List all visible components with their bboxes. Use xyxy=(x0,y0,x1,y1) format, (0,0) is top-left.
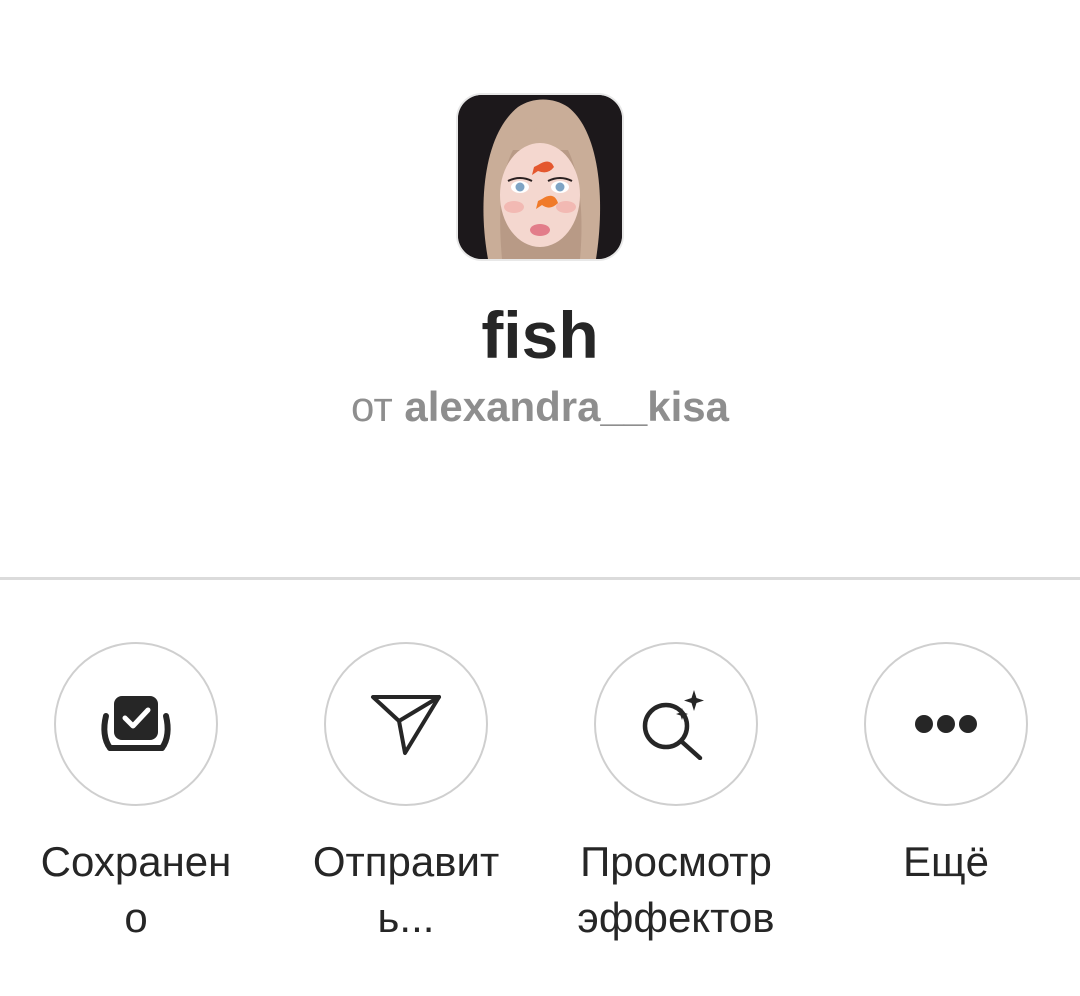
saved-button[interactable]: Сохранен о xyxy=(11,580,261,996)
send-button-circle[interactable] xyxy=(324,642,488,806)
browse-effects-button-circle[interactable] xyxy=(594,642,758,806)
send-button[interactable]: Отправит ь... xyxy=(281,580,531,996)
effect-thumbnail[interactable] xyxy=(456,93,624,261)
effect-author[interactable]: от alexandra__kisa xyxy=(0,380,1080,434)
author-prefix: от xyxy=(351,383,393,430)
more-button-circle[interactable] xyxy=(864,642,1028,806)
browse-effects-button[interactable]: Просмотр эффектов xyxy=(551,580,801,996)
effect-preview-image xyxy=(458,95,622,259)
effect-title: fish xyxy=(481,298,599,372)
effect-header: fish от alexandra__kisa xyxy=(0,0,1080,578)
more-button[interactable]: Ещё xyxy=(821,580,1071,996)
author-name[interactable]: alexandra__kisa xyxy=(404,383,729,430)
browse-effects-label: Просмотр эффектов xyxy=(577,838,775,941)
saved-label: Сохранен о xyxy=(40,838,232,941)
saved-button-circle[interactable] xyxy=(54,642,218,806)
more-label: Ещё xyxy=(903,838,989,885)
more-dots-icon xyxy=(915,715,977,733)
action-bar: Сохранен о Отправит ь... Просмотр эффект… xyxy=(0,580,1080,996)
browse-effects-search-sparkle-icon xyxy=(642,690,704,760)
saved-check-icon xyxy=(101,696,171,751)
send-paper-plane-icon xyxy=(371,695,441,755)
send-label: Отправит ь... xyxy=(312,838,500,941)
